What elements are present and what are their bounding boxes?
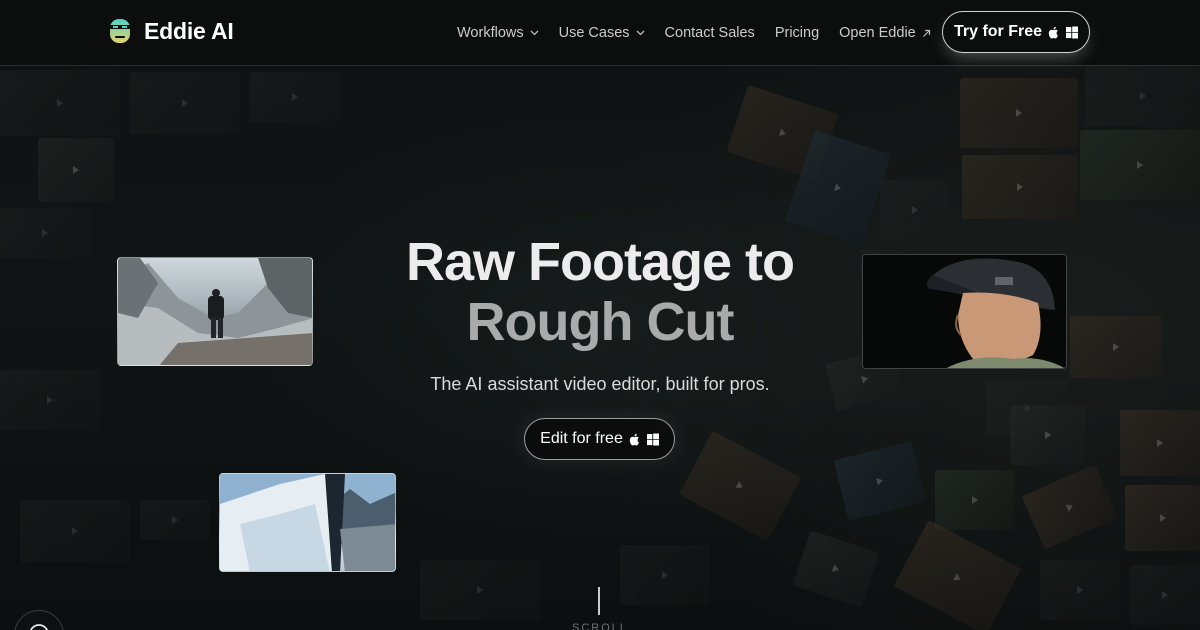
nav-item-workflows[interactable]: Workflows	[457, 25, 539, 41]
background-video-tile	[962, 155, 1078, 219]
background-video-tile	[1130, 565, 1200, 625]
background-video-tile	[833, 441, 927, 521]
try-for-free-button[interactable]: Try for Free	[942, 11, 1090, 53]
background-video-tile	[130, 72, 240, 134]
chat-icon	[29, 624, 49, 630]
scroll-label: SCROLL	[571, 622, 629, 630]
nav-item-open-eddie[interactable]: Open Eddie	[839, 25, 931, 41]
background-video-tile	[1125, 485, 1200, 551]
background-video-tile	[1021, 464, 1119, 550]
background-video-tile	[960, 78, 1078, 148]
apple-icon	[1048, 26, 1058, 39]
background-video-tile	[140, 500, 210, 540]
background-video-tile	[1085, 66, 1200, 126]
background-video-tile	[1080, 130, 1200, 200]
scroll-indicator-line	[598, 587, 600, 615]
edit-button-label: Edit for free	[540, 430, 623, 447]
background-video-tile	[20, 500, 130, 562]
background-video-tile	[880, 180, 950, 240]
brand-name: Eddie AI	[144, 17, 234, 44]
eddie-logo-icon	[107, 19, 133, 43]
background-video-tile	[1120, 410, 1200, 476]
windows-icon	[1066, 26, 1079, 38]
apple-icon	[629, 433, 639, 446]
background-video-tile	[420, 560, 540, 620]
brand-logo-link[interactable]: Eddie AI	[106, 16, 234, 46]
nav-item-label: Workflows	[457, 25, 524, 41]
hero-subtitle: The AI assistant video editor, built for…	[430, 374, 770, 394]
background-video-tile	[935, 470, 1015, 530]
background-video-tile	[792, 530, 880, 608]
nav-item-label: Use Cases	[558, 25, 630, 41]
background-video-tile	[0, 70, 120, 136]
windows-icon	[646, 433, 659, 445]
background-video-tile	[38, 138, 114, 202]
background-video-tile	[1010, 405, 1086, 465]
nav-item-pricing[interactable]: Pricing	[775, 25, 819, 41]
hero-title: Raw Footage to Rough Cut	[0, 232, 1200, 352]
nav-item-use-cases[interactable]: Use Cases	[559, 25, 645, 41]
background-video-tile	[620, 545, 710, 605]
edit-for-free-button[interactable]: Edit for free	[524, 418, 675, 460]
background-video-tile	[250, 72, 340, 122]
nav-item-contact-sales[interactable]: Contact Sales	[665, 25, 755, 41]
glacier-video-thumbnail	[219, 473, 396, 572]
glacier-image	[220, 474, 395, 571]
nav-item-label: Open Eddie	[839, 25, 916, 41]
main-nav: Workflows Use Cases Contact Sales Pricin…	[457, 0, 951, 66]
hero-title-line-2: Rough Cut	[466, 292, 735, 352]
nav-item-label: Contact Sales	[664, 25, 755, 41]
cta-label: Try for Free	[953, 23, 1043, 40]
chevron-down-icon	[530, 30, 539, 36]
background-video-tile	[678, 430, 802, 542]
hero-title-line-1: Raw Footage to	[406, 232, 795, 292]
chevron-down-icon	[636, 30, 644, 36]
site-header: Eddie AI Workflows Use Cases Contact Sal…	[0, 0, 1200, 66]
arrow-up-right-icon	[922, 29, 930, 37]
background-video-tile	[1040, 560, 1120, 620]
nav-item-label: Pricing	[774, 25, 820, 41]
background-video-tile	[893, 519, 1022, 630]
